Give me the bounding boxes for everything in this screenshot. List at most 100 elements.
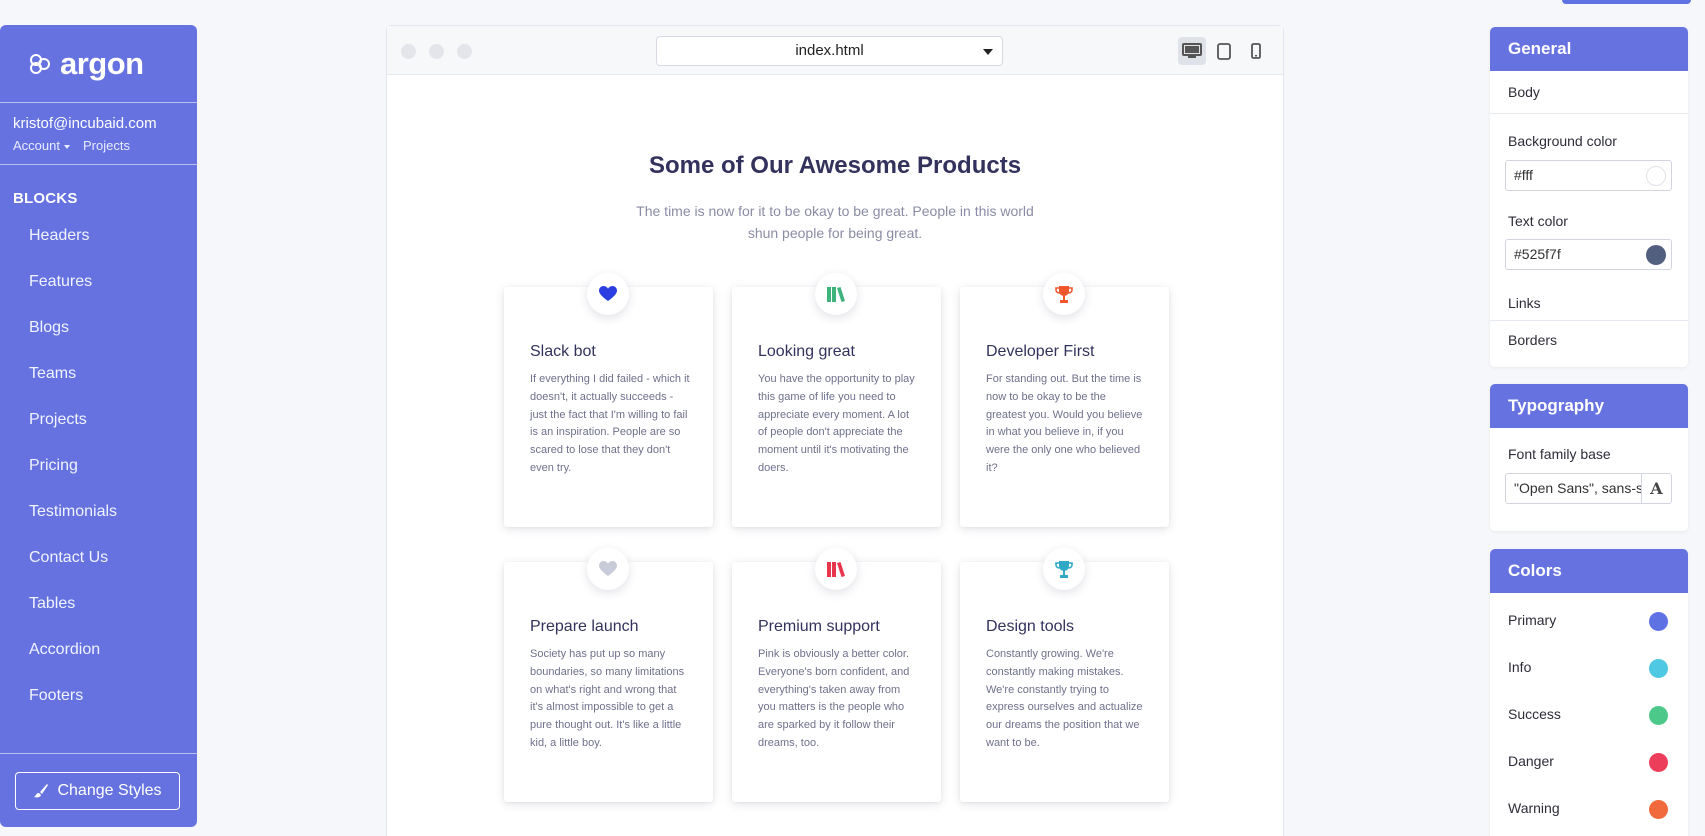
heart-icon	[599, 561, 617, 576]
body-section-label[interactable]: Body	[1490, 71, 1688, 113]
color-row-success[interactable]: Success	[1490, 691, 1688, 738]
sidebar-item-features[interactable]: Features	[0, 271, 197, 317]
card-icon-badge	[815, 548, 857, 590]
color-row-danger[interactable]: Danger	[1490, 738, 1688, 785]
background-color-input[interactable]: #fff	[1505, 160, 1672, 191]
argon-logo-icon	[30, 53, 50, 74]
blocks-nav: Headers Features Blogs Teams Projects Pr…	[0, 225, 197, 731]
card-title: Looking great	[758, 343, 855, 360]
change-styles-button[interactable]: Change Styles	[15, 772, 180, 810]
tablet-view-button[interactable]	[1210, 37, 1238, 65]
color-swatch[interactable]	[1649, 659, 1668, 678]
text-color-swatch[interactable]	[1646, 245, 1666, 265]
card-title: Design tools	[986, 618, 1075, 635]
font-family-label: Font family base	[1508, 446, 1611, 462]
brush-icon	[34, 784, 49, 798]
account-menu[interactable]: Account	[13, 138, 70, 153]
font-family-input[interactable]: "Open Sans", sans-serif A	[1505, 473, 1672, 504]
color-row-primary[interactable]: Primary	[1490, 597, 1688, 644]
sidebar-item-tables[interactable]: Tables	[0, 593, 197, 639]
desktop-icon	[1182, 43, 1202, 58]
color-swatch[interactable]	[1649, 800, 1668, 819]
background-color-value: #fff	[1514, 167, 1533, 183]
sidebar: argon kristof@incubaid.com Account Proje…	[0, 25, 197, 827]
section-title: Some of Our Awesome Products	[648, 152, 1022, 179]
file-name: index.html	[795, 42, 864, 59]
caret-down-icon	[63, 144, 70, 149]
card-icon-badge	[1043, 273, 1085, 315]
change-styles-label: Change Styles	[57, 782, 162, 799]
card-icon-badge	[1043, 548, 1085, 590]
general-panel-title: General	[1490, 27, 1688, 71]
sidebar-item-projects[interactable]: Projects	[0, 409, 197, 455]
blocks-heading: BLOCKS	[13, 190, 78, 207]
preview-toolbar: index.html	[387, 26, 1283, 75]
section-subtitle: The time is now for it to be okay to be …	[636, 203, 1034, 241]
window-dot-maximize	[457, 44, 472, 59]
books-icon	[827, 286, 845, 302]
preview-window: index.html Some of Our Awesome Products …	[386, 25, 1284, 836]
links-section-label[interactable]: Links	[1490, 293, 1688, 320]
card-text: If everything I did failed - which it do…	[530, 373, 690, 474]
mobile-icon	[1251, 43, 1261, 59]
projects-link[interactable]: Projects	[83, 138, 130, 153]
background-color-swatch[interactable]	[1646, 166, 1666, 186]
color-label: Primary	[1508, 612, 1557, 628]
caret-down-icon	[983, 49, 993, 55]
typography-panel-title: Typography	[1490, 384, 1688, 428]
colors-panel: Colors Primary Info Success Danger Warni…	[1490, 549, 1688, 836]
color-list: Primary Info Success Danger Warning	[1490, 593, 1688, 832]
card-text: You have the opportunity to play this ga…	[758, 373, 915, 474]
product-card: Developer First For standing out. But th…	[960, 273, 1169, 527]
card-text: Society has put up so many boundaries, s…	[530, 648, 685, 749]
window-dot-close	[401, 44, 416, 59]
colors-panel-title: Colors	[1490, 549, 1688, 593]
card-title: Slack bot	[530, 343, 596, 360]
text-color-value: #525f7f	[1514, 246, 1561, 262]
sidebar-item-accordion[interactable]: Accordion	[0, 639, 197, 685]
sidebar-item-footers[interactable]: Footers	[0, 685, 197, 731]
logo[interactable]: argon	[0, 25, 197, 102]
card-title: Prepare launch	[530, 618, 639, 635]
desktop-view-button[interactable]	[1178, 37, 1206, 65]
mobile-view-button[interactable]	[1242, 37, 1270, 65]
color-label: Warning	[1508, 800, 1560, 816]
window-dot-minimize	[429, 44, 444, 59]
user-info: kristof@incubaid.com Account Projects	[0, 103, 197, 164]
card-title: Premium support	[758, 618, 880, 635]
color-swatch[interactable]	[1649, 612, 1668, 631]
user-email: kristof@incubaid.com	[13, 115, 157, 132]
color-label: Info	[1508, 659, 1532, 675]
text-color-input[interactable]: #525f7f	[1505, 239, 1672, 270]
sidebar-item-headers[interactable]: Headers	[0, 225, 197, 271]
borders-section-label[interactable]: Borders	[1490, 321, 1688, 350]
typography-panel: Typography Font family base "Open Sans",…	[1490, 384, 1688, 531]
sidebar-item-testimonials[interactable]: Testimonials	[0, 501, 197, 547]
card-text: Pink is obviously a better color. Everyo…	[758, 648, 910, 749]
text-color-label: Text color	[1508, 213, 1568, 229]
product-card: Looking great You have the opportunity t…	[732, 273, 941, 527]
file-select[interactable]: index.html	[656, 36, 1003, 66]
card-icon-badge	[587, 548, 629, 590]
sidebar-item-pricing[interactable]: Pricing	[0, 455, 197, 501]
trophy-icon	[1055, 285, 1073, 303]
color-swatch[interactable]	[1649, 706, 1668, 725]
product-card: Prepare launch Society has put up so man…	[504, 548, 713, 802]
product-card: Slack bot If everything I did failed - w…	[504, 273, 713, 527]
color-label: Danger	[1508, 753, 1554, 769]
sidebar-item-teams[interactable]: Teams	[0, 363, 197, 409]
sidebar-item-contact-us[interactable]: Contact Us	[0, 547, 197, 593]
color-row-warning[interactable]: Warning	[1490, 785, 1688, 832]
font-picker-icon[interactable]: A	[1641, 474, 1671, 503]
color-row-info[interactable]: Info	[1490, 644, 1688, 691]
color-swatch[interactable]	[1649, 753, 1668, 772]
logo-text: argon	[60, 45, 144, 81]
sidebar-item-blogs[interactable]: Blogs	[0, 317, 197, 363]
heart-icon	[599, 286, 617, 301]
top-action-button[interactable]	[1562, 0, 1691, 4]
card-text: Constantly growing. We're constantly mak…	[986, 648, 1143, 749]
card-text: For standing out. But the time is now to…	[986, 373, 1143, 474]
card-title: Developer First	[986, 343, 1095, 360]
card-icon-badge	[587, 273, 629, 315]
tablet-icon	[1217, 42, 1231, 60]
